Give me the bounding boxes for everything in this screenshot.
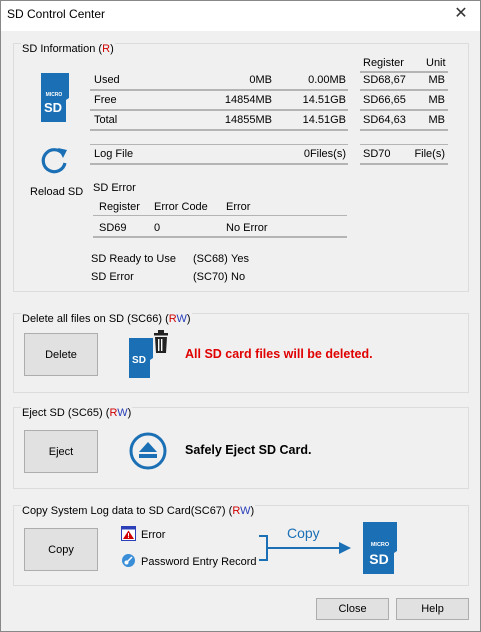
row-register: SD64,63 xyxy=(363,114,406,126)
sd-information-group: SD Information (R) MICRO SD Reload SD Re… xyxy=(13,43,469,292)
copy-log-label: Copy System Log data to SD Card(SC67) (R… xyxy=(21,505,256,517)
svg-text:SD: SD xyxy=(369,551,388,567)
error-register-value: SD69 xyxy=(99,222,127,234)
error-register-header: Register xyxy=(99,201,140,213)
table-row-free: Free 14854MB 14.51GB xyxy=(90,91,348,111)
copy-log-group: Copy System Log data to SD Card(SC67) (R… xyxy=(13,505,469,586)
help-button[interactable]: Help xyxy=(396,598,469,620)
reload-sd-icon[interactable] xyxy=(38,144,72,178)
row-register: SD70 xyxy=(363,148,391,160)
close-button[interactable]: Close xyxy=(316,598,389,620)
sd-trash-icon: SD xyxy=(129,330,168,378)
table-row-log-file: Log File 0Files(s) xyxy=(90,145,348,165)
delete-files-group: Delete all files on SD (SC66) (RW) Delet… xyxy=(13,313,469,393)
error-value: No Error xyxy=(226,222,268,234)
sd-ready-reg: (SC68) xyxy=(193,253,228,265)
table-row-free-register: SD66,65 MB xyxy=(360,91,448,111)
delete-button[interactable]: Delete xyxy=(24,333,98,376)
eject-sd-group: Eject SD (SC65) (RW) Eject Safely Eject … xyxy=(13,407,469,489)
row-unit: MB xyxy=(428,74,446,86)
table-row-log-file-register: SD70 File(s) xyxy=(360,145,448,165)
table-row-total-register: SD64,63 MB xyxy=(360,111,448,131)
table-row-total: Total 14855MB 14.51GB xyxy=(90,111,348,131)
password-record-item-label: Password Entry Record xyxy=(141,556,257,568)
row-unit: MB xyxy=(428,114,446,126)
copy-arrow-label: Copy xyxy=(287,525,320,541)
svg-text:MICRO: MICRO xyxy=(371,542,390,548)
row-value-gb: 14.51GB xyxy=(302,114,346,126)
row-unit: MB xyxy=(428,94,446,106)
error-header-rule xyxy=(93,215,347,216)
key-icon xyxy=(122,554,135,567)
error-row-rule xyxy=(93,236,347,238)
sd-ready-value: Yes xyxy=(231,253,249,265)
row-value-mb: 14854MB xyxy=(224,94,272,106)
error-code-header: Error Code xyxy=(154,201,208,213)
micro-sd-card-icon: MICRO SD xyxy=(41,73,69,122)
sd-ready-label: SD Ready to Use xyxy=(91,253,176,265)
row-value-mb: 14855MB xyxy=(224,114,272,126)
row-unit: File(s) xyxy=(414,148,445,160)
micro-text: MICRO xyxy=(46,92,63,98)
eject-button[interactable]: Eject xyxy=(24,430,98,473)
row-name: Free xyxy=(94,94,117,106)
row-value-mb: 0MB xyxy=(249,74,272,86)
reload-sd-label[interactable]: Reload SD xyxy=(30,186,83,198)
error-header: Error xyxy=(226,201,251,213)
sd-error-status-value: No xyxy=(231,271,246,283)
delete-files-label: Delete all files on SD (SC66) (RW) xyxy=(21,313,192,325)
sd-control-center-window: SD Control Center ✕ SD Information (R) M… xyxy=(0,0,481,632)
sd-error-title: SD Error xyxy=(93,182,136,194)
copy-button[interactable]: Copy xyxy=(24,528,98,571)
table-row-used: Used 0MB 0.00MB xyxy=(90,71,348,91)
eject-sd-label: Eject SD (SC65) (RW) xyxy=(21,407,133,419)
title-bar: SD Control Center ✕ xyxy=(1,1,480,31)
row-register: SD66,65 xyxy=(363,94,406,106)
table-row-used-register: SD68,67 MB xyxy=(360,71,448,91)
sd-text: SD xyxy=(44,100,62,115)
sd-error-status-label: SD Error xyxy=(91,271,134,283)
error-log-icon xyxy=(121,526,136,541)
svg-text:SD: SD xyxy=(132,355,146,366)
delete-warning-text: All SD card files will be deleted. xyxy=(185,347,373,361)
row-value-gb: 0.00MB xyxy=(308,74,346,86)
eject-icon xyxy=(129,432,167,470)
row-name: Log File xyxy=(94,148,134,160)
error-code-value: 0 xyxy=(154,222,161,234)
window-title: SD Control Center xyxy=(7,7,106,21)
register-header: Register xyxy=(363,57,404,69)
micro-sd-destination-icon: MICRO SD xyxy=(363,522,397,574)
window-close-button[interactable]: ✕ xyxy=(450,5,472,25)
row-value-gb: 14.51GB xyxy=(302,94,346,106)
row-name: Used xyxy=(94,74,120,86)
sd-information-label: SD Information (R) xyxy=(21,43,115,55)
row-name: Total xyxy=(94,114,118,126)
sd-error-status-reg: (SC70) xyxy=(193,271,228,283)
unit-header: Unit xyxy=(426,57,446,69)
eject-message-text: Safely Eject SD Card. xyxy=(185,443,312,457)
error-item-label: Error xyxy=(141,529,166,541)
row-value: 0Files(s) xyxy=(303,148,346,160)
row-register: SD68,67 xyxy=(363,74,406,86)
